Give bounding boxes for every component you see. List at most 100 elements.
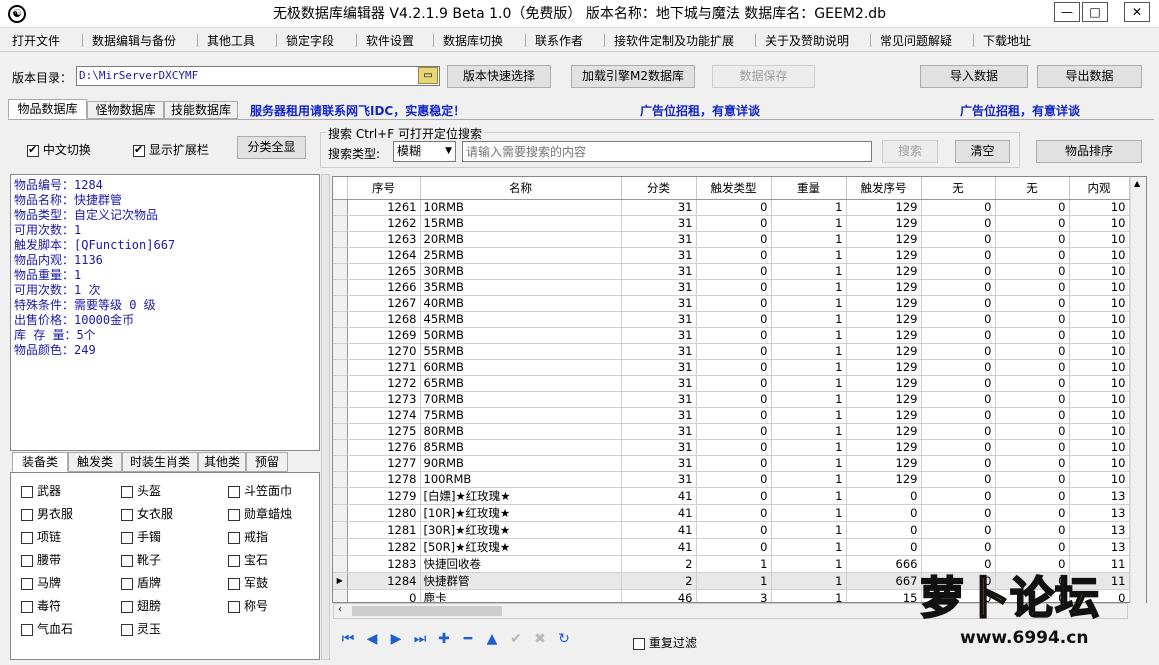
table-cell[interactable]: 46 [621,589,697,602]
table-cell[interactable]: 0 [921,538,996,556]
table-cell[interactable]: 40RMB [420,295,622,312]
table-cell[interactable]: 1277 [347,455,421,472]
table-row[interactable]: 1265 30RMB 31 0 1 129 0 0 10 [333,263,1130,280]
column-header[interactable]: 内观 [1069,177,1130,200]
checkbox[interactable] [228,508,240,521]
table-cell[interactable]: 0 [995,279,1070,296]
category-checkbox-item[interactable]: 气血石 [21,620,73,637]
table-cell[interactable]: 0 [347,589,421,602]
splitter[interactable] [321,174,330,660]
table-cell[interactable]: [白嫖]★红玫瑰★ [420,487,622,505]
table-cell[interactable]: 0 [995,375,1070,392]
table-cell[interactable]: 1 [771,407,847,424]
row-indicator[interactable] [333,555,348,573]
table-cell[interactable]: 1 [771,295,847,312]
table-cell[interactable]: 1 [771,199,847,216]
row-indicator[interactable] [333,343,348,360]
checkbox[interactable] [21,600,33,613]
table-cell[interactable]: 50RMB [420,327,622,344]
category-tab-4[interactable]: 预留 [246,452,288,472]
table-cell[interactable]: 41 [621,538,697,556]
checkbox[interactable] [21,554,33,567]
table-cell[interactable]: 13 [1069,487,1130,505]
menu-item-2[interactable]: 其他工具 [207,32,255,49]
table-cell[interactable]: 10 [1069,311,1130,328]
table-cell[interactable]: 31 [621,455,697,472]
table-cell[interactable]: 15 [846,589,922,602]
table-cell[interactable]: 10 [1069,199,1130,216]
table-row[interactable]: 1275 80RMB 31 0 1 129 0 0 10 [333,423,1130,440]
table-cell[interactable]: 0 [995,391,1070,408]
table-cell[interactable]: 1267 [347,295,421,312]
table-cell[interactable]: 鹿卡 [420,589,622,602]
table-cell[interactable]: 1282 [347,538,421,556]
column-header[interactable]: 触发序号 [846,177,922,200]
table-cell[interactable]: 1273 [347,391,421,408]
table-cell[interactable]: 1 [771,487,847,505]
table-cell[interactable]: 129 [846,423,922,440]
table-cell[interactable]: 0 [696,279,772,296]
table-row[interactable]: 1263 20RMB 31 0 1 129 0 0 10 [333,231,1130,248]
menu-item-1[interactable]: 数据编辑与备份 [92,32,176,49]
load-engine-button[interactable]: 加载引擎M2数据库 [571,65,695,88]
checkbox-checked[interactable] [133,143,145,157]
table-cell[interactable]: 31 [621,279,697,296]
category-checkbox-item[interactable]: 军鼓 [228,574,268,591]
table-cell[interactable]: 129 [846,375,922,392]
folder-icon[interactable]: ▭ [418,67,438,84]
chinese-toggle[interactable]: 中文切换 [27,141,91,158]
table-cell[interactable]: 10 [1069,375,1130,392]
table-cell[interactable]: 31 [621,471,697,488]
table-cell[interactable]: 0 [995,343,1070,360]
table-cell[interactable]: 1 [771,572,847,590]
table-cell[interactable]: 0 [995,263,1070,280]
table-cell[interactable]: 0 [696,199,772,216]
table-cell[interactable]: 0 [921,455,996,472]
table-cell[interactable]: 1271 [347,359,421,376]
row-indicator[interactable] [333,359,348,376]
table-row[interactable]: 1271 60RMB 31 0 1 129 0 0 10 [333,359,1130,376]
table-cell[interactable]: 0 [696,231,772,248]
table-cell[interactable]: 31 [621,231,697,248]
table-cell[interactable]: 20RMB [420,231,622,248]
table-row[interactable]: 1277 90RMB 31 0 1 129 0 0 10 [333,455,1130,472]
table-cell[interactable]: 31 [621,327,697,344]
table-cell[interactable]: 0 [696,471,772,488]
table-cell[interactable]: 0 [696,359,772,376]
table-row[interactable]: 1270 55RMB 31 0 1 129 0 0 10 [333,343,1130,360]
table-cell[interactable]: 13 [1069,504,1130,522]
table-row[interactable]: 1267 40RMB 31 0 1 129 0 0 10 [333,295,1130,312]
items-grid[interactable]: 序号 名称 分类 触发类型 重量 触发序号无无内观 1261 10RMB 31 0 1 129 0 0 1… [332,176,1147,603]
dup-filter-toggle[interactable]: 重复过滤 [633,634,697,651]
prev-icon[interactable]: ◀ [362,629,382,649]
search-type-select[interactable]: 模糊 ▼ [393,141,456,162]
row-indicator[interactable] [333,295,348,312]
category-checkbox-item[interactable]: 武器 [21,482,61,499]
table-row[interactable]: 1264 25RMB 31 0 1 129 0 0 10 [333,247,1130,264]
table-cell[interactable]: 1 [771,263,847,280]
table-cell[interactable]: 31 [621,407,697,424]
table-cell[interactable]: 85RMB [420,439,622,456]
menu-item-9[interactable]: 常见问题解疑 [880,32,952,49]
table-cell[interactable]: 0 [995,504,1070,522]
table-row[interactable]: 1278 100RMB 31 0 1 129 0 0 10 [333,471,1130,488]
table-cell[interactable]: 10 [1069,359,1130,376]
table-cell[interactable]: 129 [846,391,922,408]
table-cell[interactable]: 10 [1069,279,1130,296]
table-cell[interactable]: 0 [846,521,922,539]
table-cell[interactable]: 1 [771,423,847,440]
table-cell[interactable]: 0 [995,247,1070,264]
checkbox[interactable] [228,600,240,613]
table-cell[interactable]: 0 [921,504,996,522]
table-cell[interactable]: 10 [1069,439,1130,456]
table-cell[interactable]: 0 [995,439,1070,456]
last-icon[interactable]: ⏭ [410,629,430,649]
category-checkbox-item[interactable]: 称号 [228,597,268,614]
row-indicator[interactable] [333,311,348,328]
table-cell[interactable]: 31 [621,311,697,328]
import-button[interactable]: 导入数据 [920,65,1028,88]
table-cell[interactable]: 0 [995,359,1070,376]
first-icon[interactable]: ⏮ [338,629,358,649]
table-cell[interactable]: 0 [995,423,1070,440]
table-cell[interactable]: 0 [995,455,1070,472]
